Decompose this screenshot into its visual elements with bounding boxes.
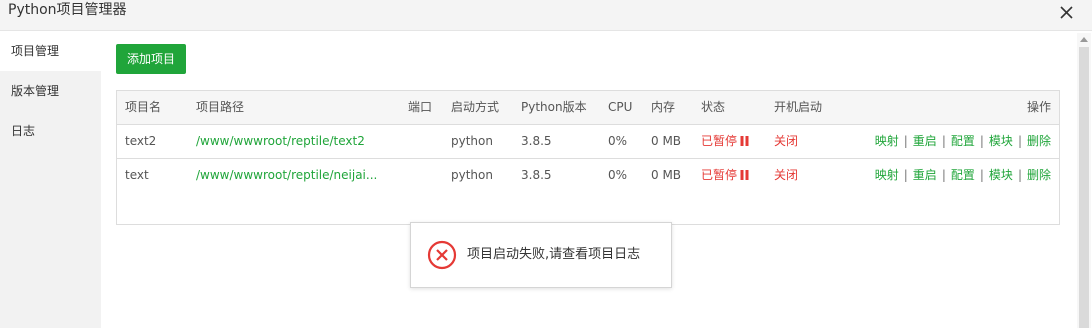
header-name: 项目名 [125, 100, 162, 114]
status-label: 已暂停 [701, 168, 738, 182]
toast-message: 项目启动失败,请查看项目日志 [467, 247, 641, 262]
header-port: 端口 [408, 100, 433, 114]
map-button[interactable]: 映射 [875, 134, 899, 148]
close-button[interactable] [1056, 2, 1078, 24]
table-row: text2 /www/wwwroot/reptile/text2 python … [117, 125, 1059, 159]
project-memory: 0 MB [651, 134, 682, 148]
modules-button[interactable]: 模块 [989, 134, 1013, 148]
scrollbar-thumb[interactable] [1079, 47, 1089, 328]
project-path-link[interactable]: /www/wwwroot/reptile/text2 [196, 125, 396, 158]
close-icon [1060, 6, 1073, 19]
header-actions: 操作 [1026, 100, 1051, 114]
header-boot: 开机启动 [774, 100, 823, 114]
project-cpu: 0% [608, 134, 628, 148]
error-circle-icon [427, 240, 457, 270]
separator: | [903, 168, 908, 182]
separator: | [979, 134, 984, 148]
action-group: 映射 | 重启 | 配置 | 模块 | 删除 [875, 125, 1051, 158]
add-project-button[interactable]: 添加项目 [116, 44, 186, 74]
project-start-mode: python [451, 134, 493, 148]
sidebar-item-logs[interactable]: 日志 [0, 111, 101, 151]
restart-button[interactable]: 重启 [913, 134, 937, 148]
separator: | [1017, 134, 1022, 148]
project-python-version: 3.8.5 [521, 168, 552, 182]
project-cpu: 0% [608, 168, 628, 182]
header-path: 项目路径 [196, 100, 245, 114]
header-status: 状态 [701, 100, 726, 114]
project-path-link[interactable]: /www/wwwroot/reptile/neijai... [196, 159, 396, 192]
sidebar: 项目管理 版本管理 日志 [0, 31, 112, 328]
project-python-version: 3.8.5 [521, 134, 552, 148]
project-table: 项目名 项目路径 端口 启动方式 Python版本 CPU 内存 状态 开机启动… [116, 90, 1060, 225]
vertical-scrollbar[interactable] [1077, 33, 1091, 328]
map-button[interactable]: 映射 [875, 168, 899, 182]
project-name: text2 [125, 134, 157, 148]
config-button[interactable]: 配置 [951, 134, 975, 148]
arrow-up-icon[interactable] [1080, 37, 1088, 42]
project-memory: 0 MB [651, 168, 682, 182]
pause-icon [740, 169, 749, 180]
title-bar: Python项目管理器 [0, 0, 1092, 31]
separator: | [1017, 168, 1022, 182]
separator: | [941, 168, 946, 182]
modules-button[interactable]: 模块 [989, 168, 1013, 182]
header-cpu: CPU [608, 100, 633, 114]
separator: | [903, 134, 908, 148]
sidebar-item-project-management[interactable]: 项目管理 [0, 31, 112, 71]
status-toggle[interactable]: 已暂停 [701, 125, 749, 158]
restart-button[interactable]: 重启 [913, 168, 937, 182]
project-name: text [125, 168, 149, 182]
error-toast: 项目启动失败,请查看项目日志 [410, 222, 672, 288]
header-python-version: Python版本 [521, 100, 587, 114]
action-group: 映射 | 重启 | 配置 | 模块 | 删除 [875, 159, 1051, 192]
project-start-mode: python [451, 168, 493, 182]
pause-icon [740, 135, 749, 146]
header-memory: 内存 [651, 100, 676, 114]
header-start-mode: 启动方式 [451, 100, 500, 114]
table-header: 项目名 项目路径 端口 启动方式 Python版本 CPU 内存 状态 开机启动… [117, 91, 1059, 125]
status-toggle[interactable]: 已暂停 [701, 159, 749, 192]
separator: | [979, 168, 984, 182]
status-label: 已暂停 [701, 134, 738, 148]
separator: | [941, 134, 946, 148]
table-row: text /www/wwwroot/reptile/neijai... pyth… [117, 159, 1059, 192]
delete-button[interactable]: 删除 [1027, 168, 1051, 182]
config-button[interactable]: 配置 [951, 168, 975, 182]
sidebar-item-version-management[interactable]: 版本管理 [0, 71, 101, 111]
window-title: Python项目管理器 [8, 2, 127, 18]
boot-toggle[interactable]: 关闭 [774, 159, 798, 192]
delete-button[interactable]: 删除 [1027, 134, 1051, 148]
boot-toggle[interactable]: 关闭 [774, 125, 798, 158]
